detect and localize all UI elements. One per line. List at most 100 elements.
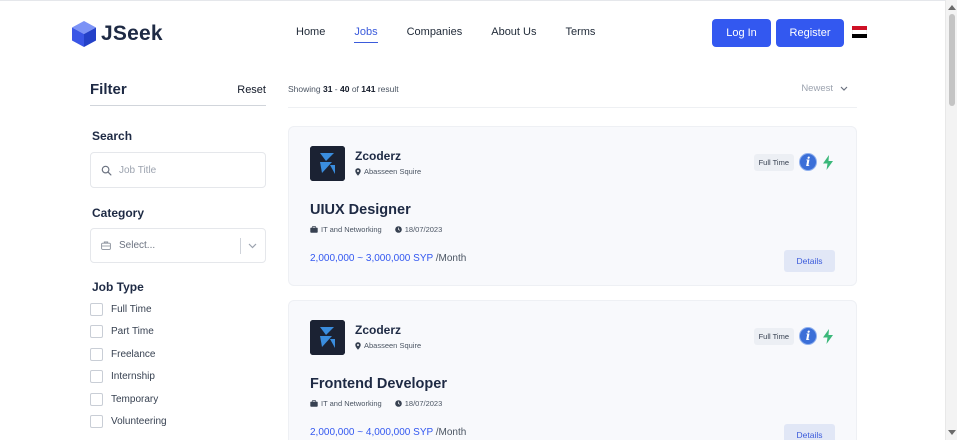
register-button[interactable]: Register bbox=[776, 19, 844, 47]
results-sep: - bbox=[332, 84, 340, 94]
results-count: Showing 31 - 40 of 141 result bbox=[288, 84, 399, 94]
map-pin-icon bbox=[355, 341, 361, 350]
scroll-thumb[interactable] bbox=[949, 14, 955, 106]
checkbox-label: Part Time bbox=[111, 326, 154, 338]
logo-text: JSeek bbox=[101, 22, 163, 45]
checkbox-label: Volunteering bbox=[111, 416, 167, 428]
clock-icon bbox=[394, 400, 402, 407]
main-nav: Home Jobs Companies About Us Terms bbox=[296, 26, 624, 43]
checkbox-label: Full Time bbox=[111, 303, 152, 315]
job-category: IT and Networking bbox=[321, 225, 382, 234]
company-location: Abasseen Squire bbox=[355, 167, 421, 176]
job-category: IT and Networking bbox=[321, 399, 382, 408]
briefcase-icon bbox=[93, 241, 119, 250]
job-type-volunteering[interactable]: Volunteering bbox=[90, 411, 266, 434]
scroll-up-arrow-icon[interactable] bbox=[948, 5, 956, 10]
search-icon bbox=[93, 165, 119, 176]
job-type-internship[interactable]: Internship bbox=[90, 366, 266, 389]
details-button[interactable]: Details bbox=[784, 424, 835, 440]
job-card: Zcoderz Abasseen Squire Full Time i UIUX… bbox=[288, 126, 857, 286]
salary-amount: 2,000,000 ~ 4,000,000 SYP bbox=[310, 427, 433, 438]
job-title[interactable]: UIUX Designer bbox=[310, 202, 411, 218]
salary-period: /Month bbox=[432, 253, 467, 264]
checkbox[interactable] bbox=[90, 415, 103, 429]
nav-about-us[interactable]: About Us bbox=[491, 26, 536, 38]
language-flag-icon[interactable] bbox=[852, 26, 867, 38]
company-name[interactable]: Zcoderz bbox=[355, 149, 401, 163]
lightning-icon bbox=[822, 328, 834, 344]
salary: 2,000,000 ~ 3,000,000 SYP /Month bbox=[310, 253, 466, 264]
salary-period: /Month bbox=[432, 427, 467, 438]
logo[interactable]: JSeek bbox=[71, 20, 163, 48]
location-text: Abasseen Squire bbox=[364, 167, 422, 176]
reset-button[interactable]: Reset bbox=[237, 84, 266, 96]
checkbox-label: Internship bbox=[111, 371, 155, 383]
checkbox-label: Temporary bbox=[111, 393, 159, 405]
company-logo[interactable] bbox=[310, 320, 345, 355]
job-badges: Full Time i bbox=[753, 153, 834, 171]
clock-icon bbox=[394, 226, 402, 233]
briefcase-icon bbox=[310, 226, 318, 233]
nav-terms[interactable]: Terms bbox=[565, 26, 595, 38]
job-date: 18/07/2023 bbox=[404, 225, 443, 234]
job-type-badge: Full Time bbox=[753, 153, 794, 171]
company-logo[interactable] bbox=[310, 146, 345, 181]
category-select[interactable]: Select... bbox=[90, 228, 266, 263]
company-location: Abasseen Squire bbox=[355, 341, 421, 350]
details-button[interactable]: Details bbox=[784, 250, 835, 272]
checkbox-label: Freelance bbox=[111, 348, 156, 360]
checkbox[interactable] bbox=[90, 325, 103, 339]
company-name[interactable]: Zcoderz bbox=[355, 323, 401, 337]
info-icon[interactable]: i bbox=[799, 153, 817, 171]
login-button[interactable]: Log In bbox=[712, 19, 771, 47]
results-total: 141 bbox=[361, 84, 376, 94]
chevron-down-icon bbox=[248, 243, 257, 249]
job-type-label: Job Type bbox=[92, 280, 144, 294]
job-type-temporary[interactable]: Temporary bbox=[90, 388, 266, 411]
job-meta: IT and Networking 18/07/2023 bbox=[310, 399, 442, 408]
results-suffix: result bbox=[375, 84, 399, 94]
zcoderz-logo-icon bbox=[310, 320, 345, 355]
checkbox[interactable] bbox=[90, 370, 103, 384]
salary-amount: 2,000,000 ~ 3,000,000 SYP bbox=[310, 253, 433, 264]
location-text: Abasseen Squire bbox=[364, 341, 422, 350]
lightning-icon bbox=[822, 154, 834, 170]
checkbox[interactable] bbox=[90, 302, 103, 316]
job-type-full-time[interactable]: Full Time bbox=[90, 298, 266, 321]
filter-header: Filter Reset bbox=[90, 80, 266, 106]
search-field[interactable] bbox=[90, 152, 266, 188]
page-scrollbar[interactable] bbox=[945, 0, 957, 440]
job-type-list: Full Time Part Time Freelance Internship… bbox=[90, 298, 266, 433]
results-prefix: Showing bbox=[288, 84, 323, 94]
job-type-part-time[interactable]: Part Time bbox=[90, 321, 266, 344]
chevron-down-icon bbox=[840, 86, 848, 91]
zcoderz-logo-icon bbox=[310, 146, 345, 181]
job-meta: IT and Networking 18/07/2023 bbox=[310, 225, 442, 234]
map-pin-icon bbox=[355, 167, 361, 176]
checkbox[interactable] bbox=[90, 392, 103, 406]
job-title[interactable]: Frontend Developer bbox=[310, 376, 447, 392]
nav-companies[interactable]: Companies bbox=[407, 26, 463, 38]
job-date: 18/07/2023 bbox=[404, 399, 443, 408]
results-of: of bbox=[349, 84, 362, 94]
category-label: Category bbox=[92, 206, 145, 220]
search-label: Search bbox=[92, 129, 133, 143]
cube-logo-icon bbox=[72, 21, 96, 47]
nav-home[interactable]: Home bbox=[296, 26, 325, 38]
filter-panel: Filter Reset Search Category Select... J… bbox=[90, 80, 266, 429]
job-type-freelance[interactable]: Freelance bbox=[90, 343, 266, 366]
salary: 2,000,000 ~ 4,000,000 SYP /Month bbox=[310, 427, 466, 438]
checkbox[interactable] bbox=[90, 347, 103, 361]
nav-jobs[interactable]: Jobs bbox=[354, 26, 378, 43]
sort-dropdown[interactable]: Newest bbox=[801, 83, 848, 94]
top-navbar: JSeek Home Jobs Companies About Us Terms… bbox=[0, 0, 945, 64]
sort-value: Newest bbox=[801, 83, 833, 94]
info-icon[interactable]: i bbox=[799, 327, 817, 345]
results-toolbar: Showing 31 - 40 of 141 result Newest bbox=[288, 80, 857, 108]
job-type-badge: Full Time bbox=[753, 327, 794, 345]
select-divider bbox=[240, 237, 241, 254]
filter-title: Filter bbox=[90, 81, 127, 98]
briefcase-icon bbox=[310, 400, 318, 407]
scroll-down-arrow-icon[interactable] bbox=[948, 430, 956, 435]
search-input[interactable] bbox=[119, 164, 249, 176]
